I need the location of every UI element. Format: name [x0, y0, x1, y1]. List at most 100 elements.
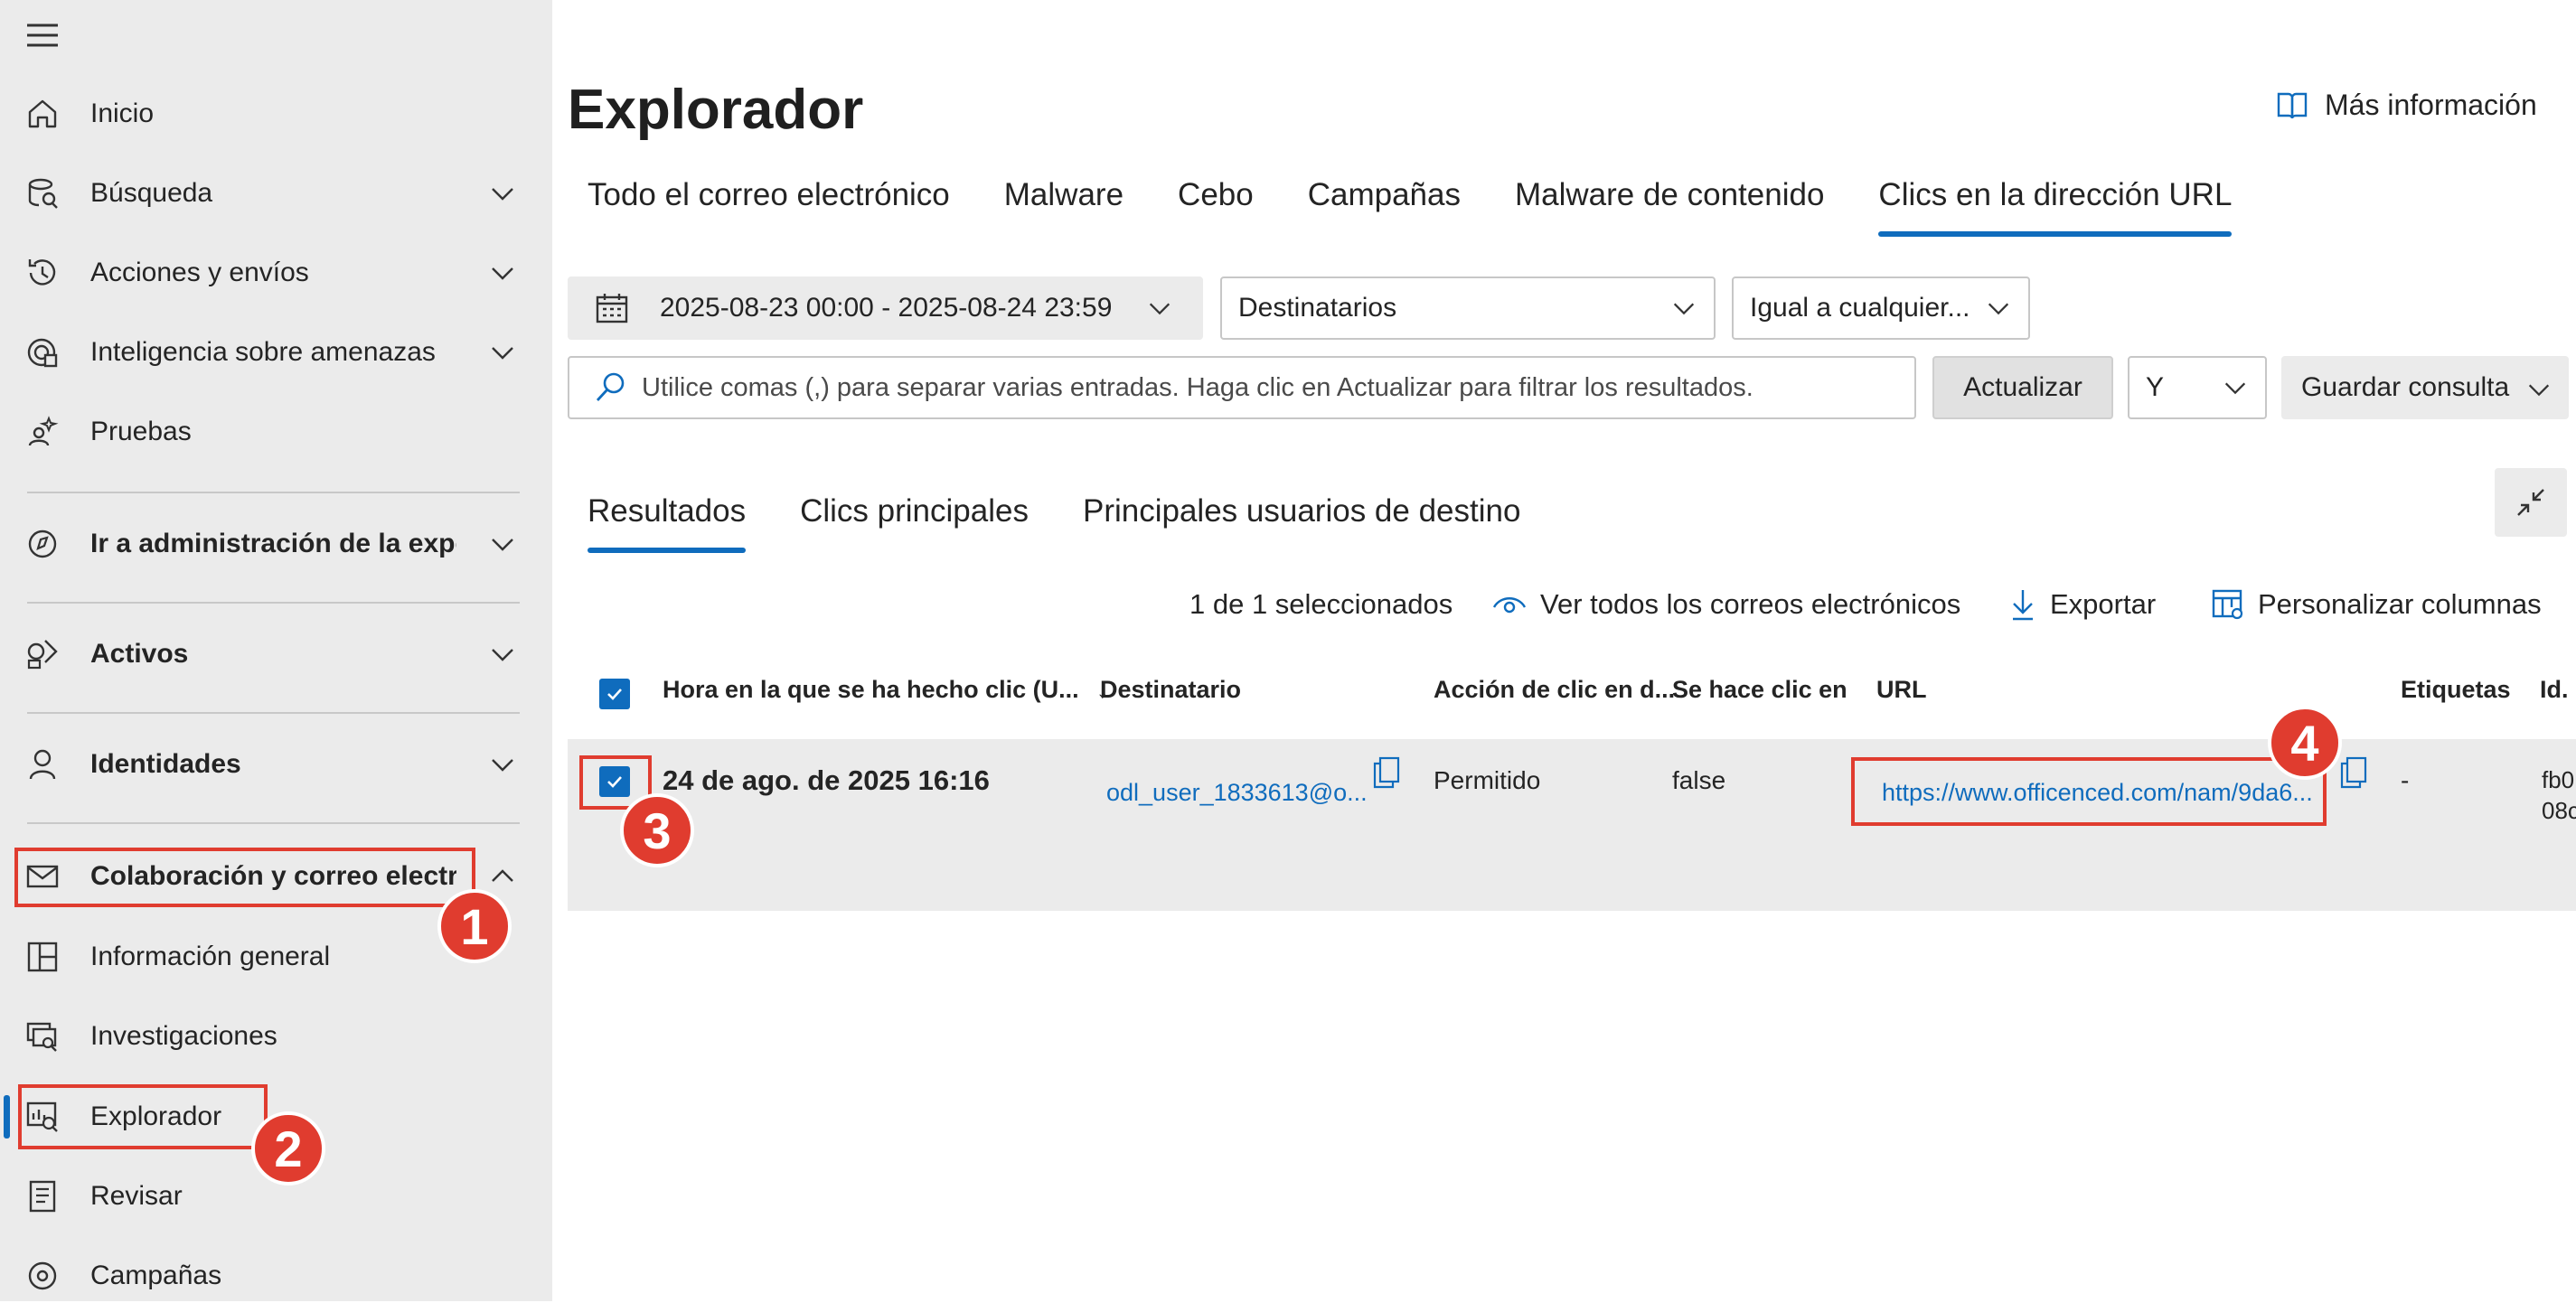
chevron-down-icon[interactable]: [488, 750, 517, 779]
chevron-up-icon[interactable]: [488, 862, 517, 891]
investigations-icon: [25, 1019, 60, 1054]
view-all-emails-button[interactable]: Ver todos los correos electrónicos: [1491, 588, 1960, 621]
tab-todo-correo[interactable]: Todo el correo electrónico: [588, 177, 950, 213]
operator-select-value: Igual a cualquier...: [1750, 293, 1970, 323]
sidebar-item-label: Inteligencia sobre amenazas: [90, 337, 436, 367]
page-title: Explorador: [568, 79, 864, 141]
copy-icon[interactable]: [1370, 755, 1401, 790]
chevron-down-icon[interactable]: [488, 338, 517, 367]
campaigns-icon: [25, 1259, 60, 1293]
chevron-down-icon: [1985, 295, 2012, 322]
chevron-down-icon[interactable]: [488, 179, 517, 208]
history-icon: [25, 256, 60, 290]
sidebar-item-label: Inicio: [90, 98, 155, 128]
sidebar-item-inicio[interactable]: Inicio: [0, 78, 552, 150]
command-bar: 1 de 1 seleccionados Ver todos los corre…: [0, 582, 2576, 627]
sidebar-item-activos[interactable]: Activos: [0, 618, 552, 690]
sidebar-divider: [27, 822, 520, 824]
sidebar-item-label: Campañas: [90, 1260, 222, 1290]
assets-icon: [25, 637, 60, 671]
sidebar-item-pruebas[interactable]: Pruebas: [0, 396, 552, 468]
export-button[interactable]: Exportar: [2008, 587, 2156, 622]
date-range-value: 2025-08-23 00:00 - 2025-08-24 23:59: [660, 293, 1113, 323]
sidebar-item-label: Identidades: [90, 749, 241, 779]
eye-icon: [1491, 591, 1528, 618]
tab-clics-url[interactable]: Clics en la dirección URL: [1878, 177, 2233, 237]
hamburger-menu-icon[interactable]: [24, 20, 63, 52]
row-tags: -: [2401, 766, 2410, 794]
sidebar-item-label: Búsqueda: [90, 178, 213, 208]
date-range-picker[interactable]: 2025-08-23 00:00 - 2025-08-24 23:59: [568, 276, 1203, 340]
sidebar-item-inteligencia[interactable]: Inteligencia sobre amenazas: [0, 316, 552, 389]
trials-icon: [25, 415, 60, 449]
tab-clics-principales[interactable]: Clics principales: [800, 493, 1029, 529]
step-badge-3: 3: [620, 793, 694, 867]
sidebar-item-label: Activos: [90, 639, 189, 669]
book-icon: [2276, 90, 2308, 121]
column-header-action[interactable]: Acción de clic en d...: [1434, 676, 1675, 704]
save-query-button[interactable]: Guardar consulta: [2281, 356, 2569, 419]
column-header-time[interactable]: Hora en la que se ha hecho clic (U... ↓: [663, 676, 1109, 704]
active-tab-underline: [1878, 231, 2233, 237]
logic-select[interactable]: Y: [2128, 356, 2267, 419]
sidebar-divider: [27, 492, 520, 493]
columns-settings-icon: [2211, 587, 2245, 622]
export-label: Exportar: [2050, 588, 2157, 620]
row-id-line1: fb0: [2542, 766, 2575, 793]
sidebar-item-acciones[interactable]: Acciones y envíos: [0, 237, 552, 309]
tab-campanas[interactable]: Campañas: [1308, 177, 1461, 213]
refresh-button[interactable]: Actualizar: [1932, 356, 2113, 419]
row-recipient-link[interactable]: odl_user_1833613@o...: [1106, 779, 1368, 807]
tab-label: Clics en la dirección URL: [1878, 177, 2233, 212]
chevron-down-icon[interactable]: [488, 529, 517, 558]
column-header-url[interactable]: URL: [1876, 676, 1927, 704]
sidebar-item-exposure[interactable]: Ir a administración de la expo: [0, 508, 552, 580]
field-select-value: Destinatarios: [1238, 293, 1397, 323]
step-badge-4: 4: [2268, 706, 2342, 780]
tab-cebo[interactable]: Cebo: [1178, 177, 1254, 213]
tab-resultados[interactable]: Resultados: [588, 493, 747, 553]
sidebar-item-investigaciones[interactable]: Investigaciones: [0, 1000, 552, 1073]
column-header-label: Hora en la que se ha hecho clic (U...: [663, 676, 1079, 703]
highlight-box-4: [1851, 757, 2327, 826]
threat-intel-icon: [25, 335, 60, 370]
highlight-box-2: [18, 1084, 268, 1149]
sidebar-item-label: Investigaciones: [90, 1021, 277, 1051]
overview-icon: [25, 940, 60, 974]
chevron-down-icon: [2525, 376, 2552, 403]
copy-icon[interactable]: [2337, 755, 2368, 790]
tab-principales-usuarios[interactable]: Principales usuarios de destino: [1083, 493, 1520, 529]
search-icon: [593, 370, 627, 405]
sidebar-item-label: Ir a administración de la expo: [90, 529, 456, 558]
more-info-link[interactable]: Más información: [2276, 89, 2537, 122]
filter-search-input[interactable]: Utilice comas (,) para separar varias en…: [568, 356, 1916, 419]
review-icon: [25, 1179, 60, 1214]
column-header-id[interactable]: Id. d: [2540, 676, 2576, 704]
sidebar-item-busqueda[interactable]: Búsqueda: [0, 157, 552, 230]
search-doc-icon: [25, 176, 60, 211]
customize-label: Personalizar columnas: [2258, 588, 2542, 620]
tab-malware-contenido[interactable]: Malware de contenido: [1515, 177, 1824, 213]
chevron-down-icon[interactable]: [488, 258, 517, 287]
column-header-tags[interactable]: Etiquetas: [2401, 676, 2511, 704]
highlight-box-1: [14, 848, 475, 907]
main-tabs: Todo el correo electrónico Malware Cebo …: [588, 177, 2286, 237]
chevron-down-icon[interactable]: [488, 640, 517, 669]
field-select[interactable]: Destinatarios: [1220, 276, 1716, 340]
home-icon: [25, 97, 60, 131]
tab-malware[interactable]: Malware: [1004, 177, 1123, 213]
more-info-label: Más información: [2325, 89, 2537, 121]
step-badge-2: 2: [251, 1111, 325, 1185]
column-header-recipient[interactable]: Destinatario: [1100, 676, 1241, 704]
select-all-checkbox[interactable]: [599, 679, 630, 709]
sidebar: Inicio Búsqueda Acciones y envíos Inteli…: [0, 0, 552, 1301]
collapse-icon[interactable]: [2495, 468, 2567, 537]
sidebar-item-label: Información general: [90, 942, 331, 971]
operator-select[interactable]: Igual a cualquier...: [1732, 276, 2030, 340]
result-tabs: Resultados Clics principales Principales…: [588, 493, 1575, 553]
column-header-clicked[interactable]: Se hace clic en: [1672, 676, 1847, 704]
chevron-down-icon: [1146, 295, 1173, 322]
customize-columns-button[interactable]: Personalizar columnas: [2211, 587, 2542, 622]
sidebar-item-identidades[interactable]: Identidades: [0, 728, 552, 801]
sidebar-item-campanas[interactable]: Campañas: [0, 1240, 552, 1312]
